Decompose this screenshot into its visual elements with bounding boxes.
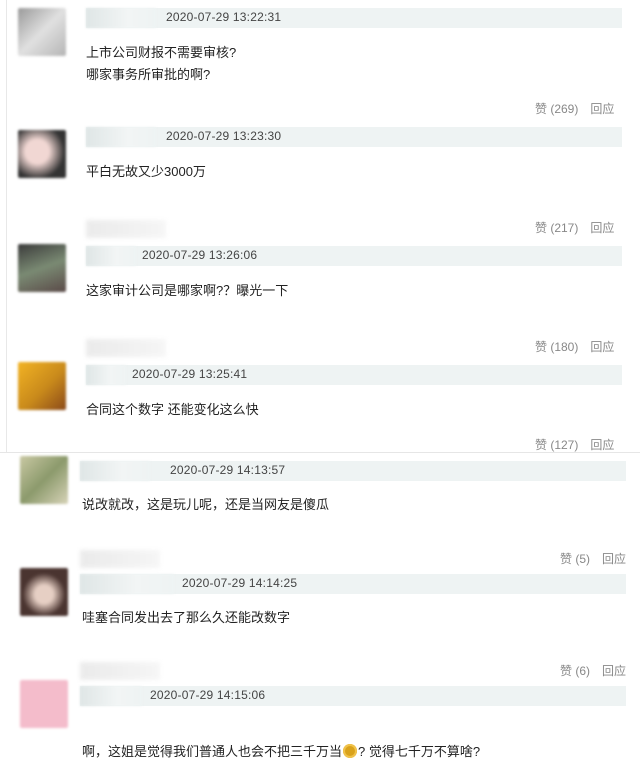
comment-header: 2020-07-29 13:22:31 <box>86 8 622 28</box>
avatar[interactable] <box>18 244 66 292</box>
comment-text: 这家审计公司是哪家啊?？曝光一下 <box>86 283 289 298</box>
like-button[interactable]: 赞 (5) <box>560 552 590 566</box>
blurred-username-shadow <box>80 550 160 568</box>
username[interactable] <box>86 246 136 266</box>
timestamp: 2020-07-29 13:23:30 <box>166 129 282 143</box>
username[interactable] <box>80 461 150 481</box>
comment-text-part: 啊，这姐是觉得我们普通人也会不把三千万当 <box>82 744 343 759</box>
comment-actions: 赞 (127) 回应 <box>535 436 614 453</box>
comment-text-part: ? 觉得七千万不算啥? <box>358 744 481 759</box>
timestamp: 2020-07-29 13:22:31 <box>166 10 282 24</box>
comment-header: 2020-07-29 13:23:30 <box>86 127 622 147</box>
like-button[interactable]: 赞 (6) <box>560 664 590 678</box>
avatar[interactable] <box>18 362 66 410</box>
comment-header: 2020-07-29 13:25:41 <box>86 365 622 385</box>
comment-actions: 赞 (180) 回应 <box>535 338 614 355</box>
username[interactable] <box>86 127 156 147</box>
reply-button[interactable]: 回应 <box>590 221 614 235</box>
blurred-username-shadow <box>86 339 166 357</box>
reply-button[interactable]: 回应 <box>590 438 614 452</box>
like-button[interactable]: 赞 (180) <box>535 340 578 354</box>
comment-text: 平白无故又少3000万 <box>86 164 206 179</box>
timestamp: 2020-07-29 14:13:57 <box>170 463 286 477</box>
timestamp: 2020-07-29 14:14:25 <box>182 576 298 590</box>
username[interactable] <box>80 686 142 706</box>
like-button[interactable]: 赞 (269) <box>535 102 578 116</box>
comment-actions: 赞 (269) 回应 <box>535 100 614 117</box>
comment-actions: 赞 (6) 回应 <box>560 662 626 679</box>
comment-header: 2020-07-29 14:13:57 <box>80 461 626 481</box>
avatar[interactable] <box>20 680 68 728</box>
comment-actions: 赞 (5) 回应 <box>560 550 626 567</box>
avatar[interactable] <box>20 456 68 504</box>
blurred-username-shadow <box>86 220 166 238</box>
money-bag-icon <box>343 744 358 758</box>
like-button[interactable]: 赞 (127) <box>535 438 578 452</box>
timestamp: 2020-07-29 14:15:06 <box>150 688 266 702</box>
blurred-username-shadow <box>80 662 160 680</box>
avatar[interactable] <box>20 568 68 616</box>
comment-text: 合同这个数字 还能变化这么快 <box>86 402 259 417</box>
timestamp: 2020-07-29 13:25:41 <box>132 367 248 381</box>
comment-text: 说改就改，这是玩儿呢，还是当网友是傻瓜 <box>82 497 330 512</box>
comment-actions: 赞 (217) 回应 <box>535 219 614 236</box>
reply-button[interactable]: 回应 <box>590 102 614 116</box>
timestamp: 2020-07-29 13:26:06 <box>142 248 258 262</box>
comment-header: 2020-07-29 14:14:25 <box>80 574 626 594</box>
avatar[interactable] <box>18 130 66 178</box>
comment-text: 上市公司财报不需要审核? 哪家事务所审批的啊? <box>86 45 237 82</box>
comment-text: 啊，这姐是觉得我们普通人也会不把三千万当 ? 觉得七千万不算啥? <box>82 719 480 763</box>
panel-border <box>6 0 7 452</box>
reply-button[interactable]: 回应 <box>602 552 626 566</box>
username[interactable] <box>86 8 156 28</box>
like-button[interactable]: 赞 (217) <box>535 221 578 235</box>
username[interactable] <box>86 365 126 385</box>
username[interactable] <box>80 574 174 594</box>
comment-header: 2020-07-29 14:15:06 <box>80 686 626 706</box>
comment-header: 2020-07-29 13:26:06 <box>86 246 622 266</box>
reply-button[interactable]: 回应 <box>590 340 614 354</box>
avatar[interactable] <box>18 8 66 56</box>
comment-text: 哇塞合同发出去了那么久还能改数字 <box>82 610 291 625</box>
reply-button[interactable]: 回应 <box>602 664 626 678</box>
